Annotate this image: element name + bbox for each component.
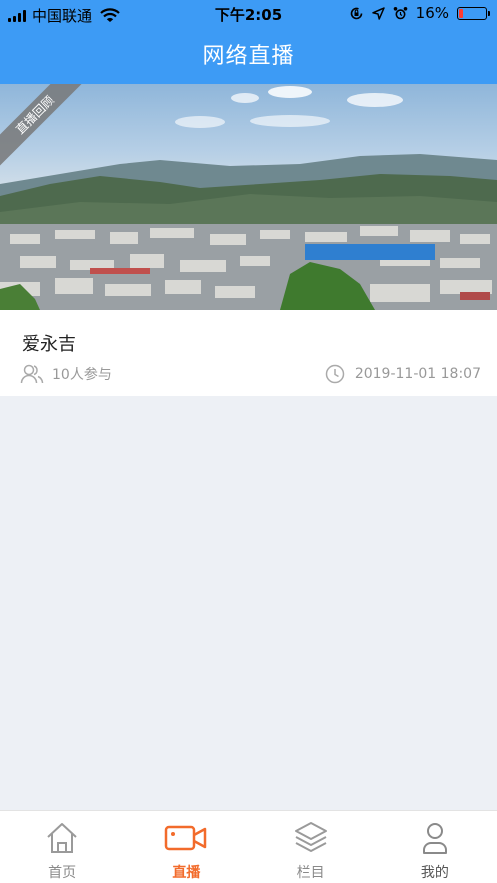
participants-count: 10人参与: [52, 367, 112, 383]
live-title[interactable]: 爱永吉: [22, 330, 76, 356]
tab-live[interactable]: 直播: [124, 811, 248, 883]
tab-bar: 首页 直播 栏目 我的: [0, 810, 497, 883]
clock-icon: [325, 364, 345, 384]
top-bar: 中国联通 下午2:05 16% 网络直播: [0, 0, 497, 84]
layers-icon: [294, 822, 327, 852]
tab-columns[interactable]: 栏目: [249, 811, 373, 883]
wifi-icon: [100, 8, 120, 22]
battery-percent: 16%: [415, 4, 449, 22]
page-title: 网络直播: [202, 44, 295, 69]
tab-live-label: 直播: [172, 865, 201, 881]
orientation-lock-icon: [350, 7, 362, 19]
tab-home[interactable]: 首页: [0, 811, 124, 883]
alarm-icon: [393, 6, 407, 19]
location-icon: [371, 6, 385, 20]
carrier-label: 中国联通: [32, 7, 93, 25]
live-meta: 10人参与 2019-11-01 18:07: [0, 362, 497, 386]
status-bar: 中国联通 下午2:05 16%: [0, 0, 497, 28]
battery-icon: [457, 6, 490, 20]
tab-home-label: 首页: [48, 865, 77, 881]
live-datetime: 2019-11-01 18:07: [354, 366, 481, 382]
tab-columns-label: 栏目: [296, 865, 325, 881]
tab-mine-label: 我的: [420, 865, 449, 881]
home-icon: [47, 823, 77, 853]
live-card[interactable]: 直播回顾 爱永吉 10人参与 2019-11-01 18:07: [0, 84, 497, 396]
battery-level: [459, 8, 464, 18]
tab-mine[interactable]: 我的: [373, 811, 497, 883]
signal-icon: [8, 9, 26, 22]
video-camera-icon: [165, 825, 207, 851]
user-icon: [422, 823, 447, 854]
participants-icon: [20, 364, 44, 384]
live-cover-image[interactable]: 直播回顾: [0, 84, 497, 310]
